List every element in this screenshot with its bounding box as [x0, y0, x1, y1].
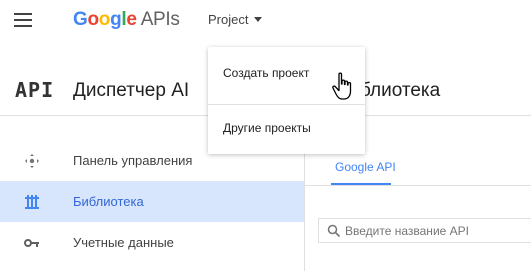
hand-pointer-icon	[332, 72, 352, 100]
menu-item-other-projects[interactable]: Другие проекты	[223, 121, 311, 135]
project-selector[interactable]: Project	[208, 12, 263, 27]
api-manager-title: Диспетчер AI	[73, 80, 190, 101]
project-label: Project	[208, 12, 249, 27]
menu-divider	[208, 104, 365, 105]
sidebar-item-library[interactable]: Библиотека	[0, 181, 304, 222]
sidebar-item-label: Панель управления	[73, 153, 193, 168]
logo-suffix: APIs	[140, 9, 180, 30]
sidebar-item-label: Учетные данные	[73, 235, 174, 250]
tab-google-api[interactable]: Google API	[335, 160, 396, 174]
dashboard-icon	[24, 153, 40, 169]
tab-divider	[305, 185, 531, 186]
api-logo-icon: API	[15, 78, 55, 102]
menu-icon[interactable]	[14, 13, 34, 29]
google-apis-logo[interactable]: Google APIs	[73, 9, 180, 31]
api-search-box	[318, 218, 531, 243]
sidebar-item-credentials[interactable]: Учетные данные	[0, 222, 304, 263]
menu-item-create-project[interactable]: Создать проект	[223, 66, 309, 80]
top-bar: Google APIs Project	[0, 0, 531, 43]
sidebar-item-label: Библиотека	[73, 194, 144, 209]
caret-down-icon	[254, 17, 263, 23]
page-title: блиотека	[360, 80, 441, 101]
library-icon	[24, 194, 40, 210]
search-input[interactable]	[345, 222, 530, 240]
key-icon	[24, 235, 40, 251]
search-icon	[327, 224, 341, 238]
sidebar: Панель управления Библиотека Учетные дан…	[0, 140, 305, 271]
